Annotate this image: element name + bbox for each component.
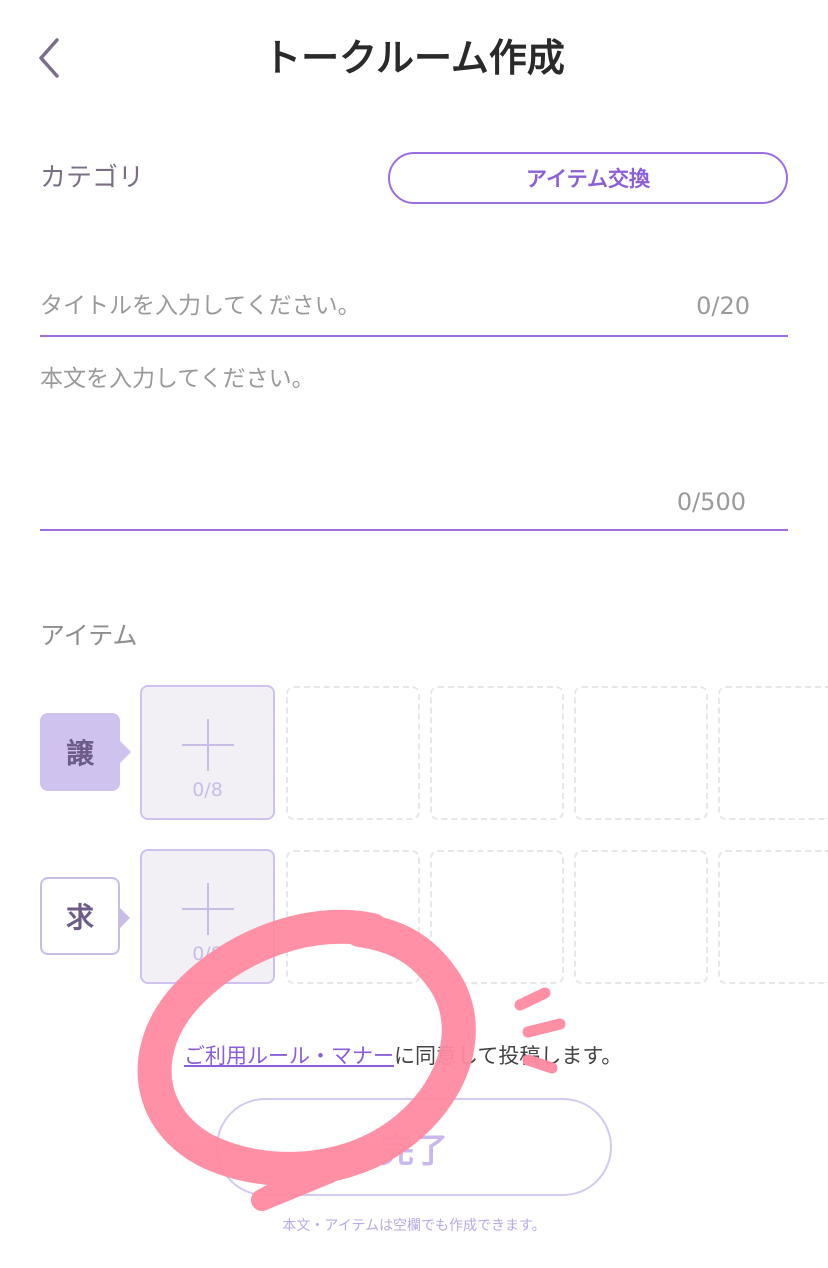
items-section-label: アイテム [40,621,138,650]
title-input[interactable] [40,280,660,332]
body-char-counter: 0/500 [676,488,746,516]
want-item-slot [718,850,828,984]
give-item-slot [430,686,564,820]
title-underline [40,335,788,337]
rules-link[interactable]: ご利用ルール・マナー [184,1044,394,1068]
agreement-suffix: に同意して投稿します。 [394,1044,623,1068]
agreement-text: ご利用ルール・マナーに同意して投稿します。 [184,1038,622,1074]
chevron-left-icon [39,38,59,78]
back-button[interactable] [24,30,74,86]
want-item-slot [286,850,420,984]
give-item-count: 0/8 [192,779,223,801]
page-title: トークルーム作成 [263,36,565,80]
title-char-counter: 0/20 [696,292,750,320]
give-tag: 譲 [40,713,131,791]
want-item-slot [574,850,708,984]
want-add-item-button[interactable]: 0/8 [140,849,275,984]
body-input[interactable] [40,360,780,480]
category-label: カテゴリ [40,163,145,193]
give-item-slot [718,686,828,820]
give-item-slot [286,686,420,820]
want-tag: 求 [40,877,130,955]
give-add-item-button[interactable]: 0/8 [140,685,275,820]
body-underline [40,529,788,531]
give-item-slot [574,686,708,820]
category-selector[interactable]: アイテム交換 [388,152,788,204]
want-item-slot [430,850,564,984]
done-button[interactable]: 完了 [216,1098,612,1196]
want-item-count: 0/8 [192,943,223,965]
submit-hint: 本文・アイテムは空欄でも作成できます。 [282,1218,546,1234]
